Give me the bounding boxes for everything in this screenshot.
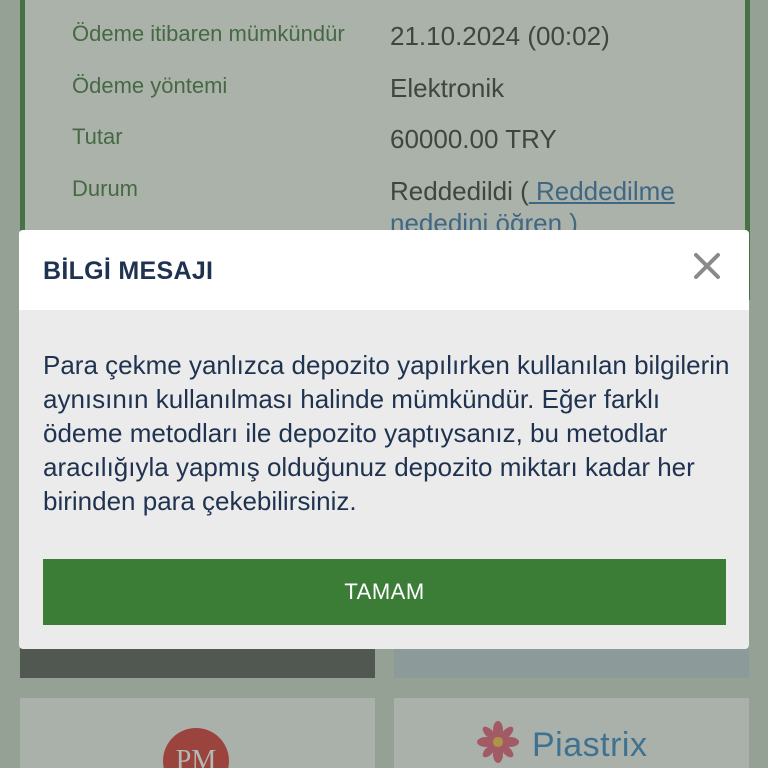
info-message-dialog: BİLGİ MESAJI Para çekme yanlızca depozit… bbox=[19, 230, 749, 649]
dialog-message: Para çekme yanlızca depozito yapılırken … bbox=[43, 350, 730, 516]
ok-button[interactable]: TAMAM bbox=[43, 559, 726, 625]
dialog-header: BİLGİ MESAJI bbox=[19, 230, 749, 310]
dialog-title: BİLGİ MESAJI bbox=[43, 257, 214, 285]
close-icon[interactable] bbox=[687, 246, 727, 286]
